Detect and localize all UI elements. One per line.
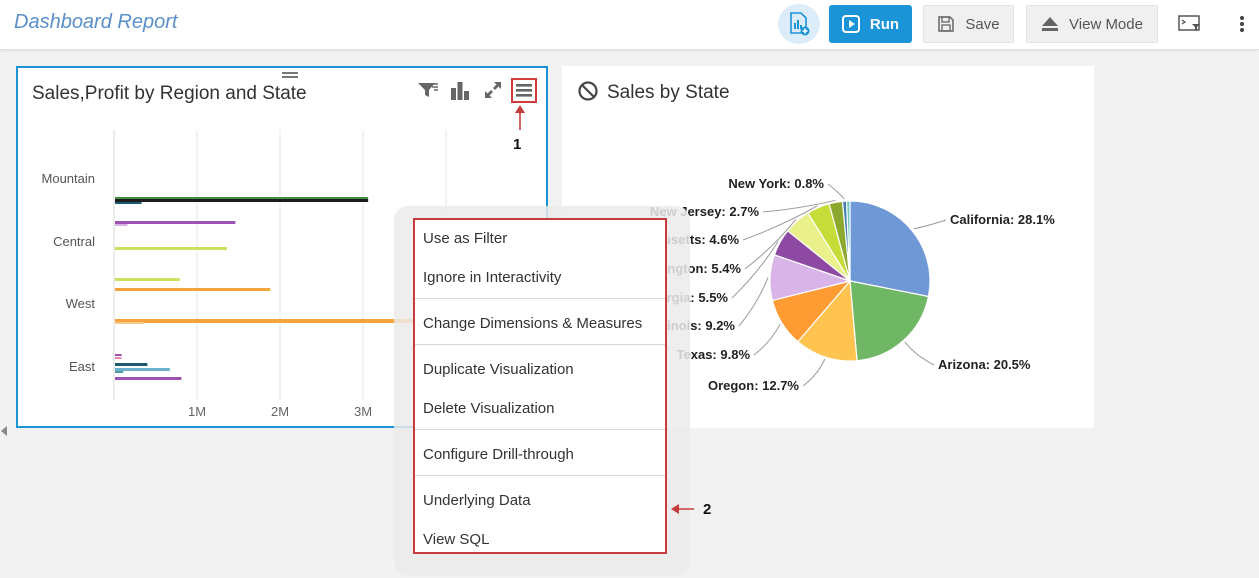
add-report-button[interactable]: [778, 4, 820, 44]
caret-left-icon: [1, 426, 7, 436]
bar-mountain[interactable]: [115, 202, 142, 204]
label-leader-line: [738, 277, 769, 327]
callout-arrow-2: [671, 504, 694, 514]
view-mode-label: View Mode: [1069, 15, 1143, 33]
bar-central[interactable]: [115, 221, 236, 224]
menu-item-use-as-filter[interactable]: Use as Filter: [423, 230, 507, 247]
bar-east[interactable]: [115, 363, 148, 366]
collapse-panel-tab[interactable]: [0, 424, 8, 436]
ban-icon: [578, 81, 598, 101]
menu-divider: [415, 475, 665, 476]
menu-divider: [415, 429, 665, 430]
dashboard-title: Dashboard Report: [14, 11, 178, 33]
save-icon: [938, 16, 955, 32]
pie-data-label: California: 28.1%: [950, 212, 1055, 227]
bar-central[interactable]: [115, 247, 228, 250]
bar-west[interactable]: [115, 319, 418, 323]
bar-west[interactable]: [115, 288, 271, 291]
drag-handle[interactable]: [282, 72, 298, 78]
eject-icon: [1042, 17, 1059, 31]
play-icon: [841, 15, 860, 33]
save-button[interactable]: Save: [923, 5, 1014, 43]
bar-central[interactable]: [115, 224, 128, 226]
label-leader-line: [904, 341, 935, 366]
pie-data-label: Oregon: 12.7%: [708, 378, 799, 393]
category-label: East: [69, 359, 95, 374]
bar-east[interactable]: [115, 368, 170, 371]
menu-item-ignore-interactivity[interactable]: Ignore in Interactivity: [423, 269, 561, 286]
label-leader-line: [753, 323, 781, 356]
run-label: Run: [869, 15, 900, 33]
bar-east[interactable]: [115, 377, 182, 380]
filter-panel-button[interactable]: [1175, 10, 1205, 38]
menu-item-duplicate[interactable]: Duplicate Visualization: [423, 361, 574, 378]
category-label: Mountain: [42, 171, 95, 186]
x-tick-label: 2M: [271, 404, 289, 419]
label-leader-line: [827, 183, 845, 200]
widget-title: Sales,Profit by Region and State: [32, 83, 307, 104]
pie-slice[interactable]: [849, 200, 931, 298]
bar-mountain[interactable]: [115, 199, 369, 202]
x-tick-label: 3M: [354, 404, 372, 419]
expand-icon[interactable]: [481, 78, 505, 102]
widget-title: Sales by State: [607, 82, 730, 103]
more-options-button[interactable]: [1230, 10, 1254, 38]
menu-icon-highlight: [511, 78, 537, 103]
label-leader-line: [913, 219, 947, 230]
bar-east[interactable]: [115, 354, 122, 356]
filter-icon[interactable]: [416, 78, 440, 102]
menu-item-underlying-data[interactable]: Underlying Data: [423, 492, 531, 509]
menu-item-change-dimensions[interactable]: Change Dimensions & Measures: [423, 315, 642, 332]
vertical-dots-icon: [1240, 16, 1244, 32]
label-leader-line: [802, 358, 826, 387]
bar-east[interactable]: [115, 357, 122, 359]
menu-item-delete[interactable]: Delete Visualization: [423, 400, 554, 417]
pie-data-label: Arizona: 20.5%: [938, 357, 1031, 372]
menu-item-view-sql[interactable]: View SQL: [423, 531, 489, 548]
bar-mountain[interactable]: [115, 197, 369, 199]
run-button[interactable]: Run: [829, 5, 912, 43]
pie-data-label: New York: 0.8%: [728, 176, 824, 191]
callout-1-label: 1: [513, 136, 522, 153]
callout-2-label: 2: [703, 501, 712, 518]
bar-west[interactable]: [115, 278, 180, 281]
x-tick-label: 1M: [188, 404, 206, 419]
menu-item-drill-through[interactable]: Configure Drill-through: [423, 446, 574, 463]
menu-divider: [415, 298, 665, 299]
menu-divider: [415, 344, 665, 345]
category-label: West: [66, 296, 96, 311]
add-report-icon: [790, 12, 810, 36]
category-label: Central: [53, 234, 95, 249]
bar-west[interactable]: [115, 322, 145, 324]
top-toolbar: Dashboard Report Run Save View Mode: [0, 0, 1259, 50]
view-mode-button[interactable]: View Mode: [1026, 5, 1158, 43]
callout-arrow-1: [515, 105, 525, 130]
bar-chart-icon[interactable]: [448, 78, 472, 102]
save-label: Save: [965, 15, 1000, 33]
bar-east[interactable]: [115, 371, 124, 373]
filter-panel-icon: [1178, 15, 1200, 31]
widget-context-menu: Use as Filter Ignore in Interactivity Ch…: [413, 218, 667, 554]
